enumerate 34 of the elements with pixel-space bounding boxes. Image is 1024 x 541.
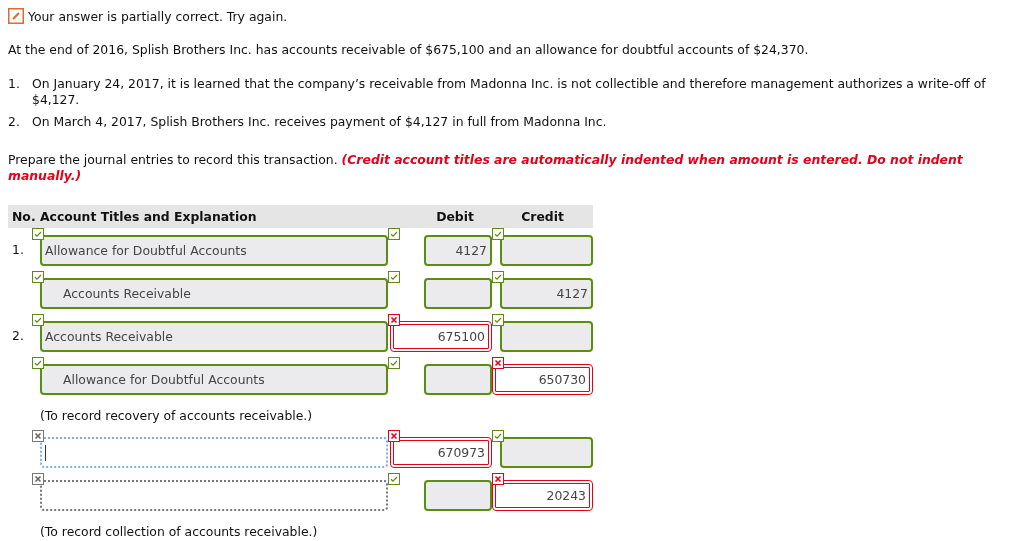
debit-field[interactable] xyxy=(424,364,492,395)
account-field[interactable]: Allowance for Doubtful Accounts xyxy=(40,364,388,395)
column-header: Account Titles and Explanation xyxy=(40,209,258,224)
credit-field[interactable] xyxy=(500,437,593,468)
instruction-text: Prepare the journal entries to record this transaction. (Credit account titles are automatically indented when amount is entered. Do not indent manually.) xyxy=(8,152,964,184)
account-field[interactable]: Allowance for Doubtful Accounts xyxy=(40,235,388,266)
entry-number: 2. xyxy=(12,328,24,343)
credit-field[interactable]: 650730 xyxy=(492,364,593,395)
credit-field[interactable] xyxy=(500,321,593,352)
credit-field[interactable]: 20243 xyxy=(492,480,593,511)
feedback-message: Your answer is partially correct. Try again. xyxy=(28,8,288,24)
entry-explanation: (To record collection of accounts receivable.) xyxy=(40,523,318,539)
debit-field[interactable] xyxy=(424,480,492,511)
pencil-icon xyxy=(8,8,24,24)
column-header: Credit xyxy=(520,209,565,224)
account-field[interactable] xyxy=(40,480,388,511)
event-text: On March 4, 2017, Splish Brothers Inc. receives payment of $4,127 in full from Madonna Inc. xyxy=(32,114,607,130)
debit-field[interactable] xyxy=(424,278,492,309)
credit-field[interactable] xyxy=(500,235,593,266)
event-number: 1. xyxy=(8,76,21,93)
account-field[interactable]: Accounts Receivable xyxy=(40,278,388,309)
event-number: 2. xyxy=(8,114,21,130)
entry-explanation: (To record recovery of accounts receivable.) xyxy=(40,407,313,423)
account-field[interactable] xyxy=(40,437,388,468)
entry-number: 1. xyxy=(12,242,24,257)
debit-field[interactable]: 675100 xyxy=(390,321,492,352)
event-text: On January 24, 2017, it is learned that the company’s receivable from Madonna Inc. is not collectible and therefore management authorizes a write-off of $4,127. xyxy=(32,76,987,108)
problem-text: At the end of 2016, Splish Brothers Inc. has accounts receivable of $675,100 and an allowance for doubtful accounts of $24,370. xyxy=(8,42,810,58)
debit-field[interactable]: 4127 xyxy=(424,235,492,266)
credit-field[interactable]: 4127 xyxy=(500,278,593,309)
column-header: Debit xyxy=(435,209,475,224)
debit-field[interactable]: 670973 xyxy=(390,437,492,468)
account-field[interactable]: Accounts Receivable xyxy=(40,321,388,352)
column-header: No. xyxy=(11,209,37,224)
